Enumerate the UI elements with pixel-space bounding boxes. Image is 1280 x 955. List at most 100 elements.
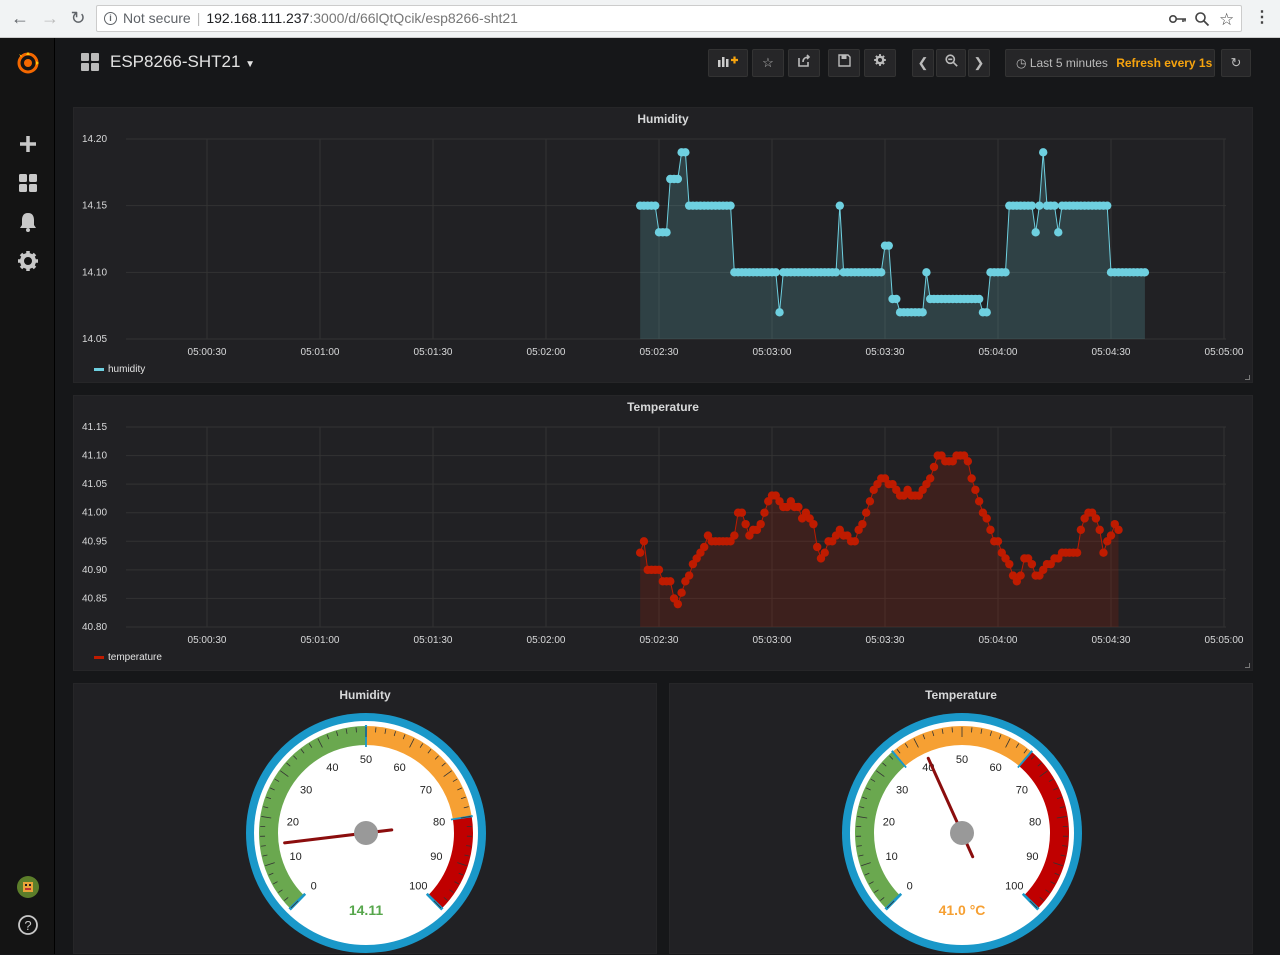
settings-button[interactable] — [864, 49, 896, 77]
data-point — [885, 241, 893, 249]
time-range-label: Last 5 minutes — [1030, 56, 1108, 70]
time-forward-button[interactable]: ❯ — [968, 49, 990, 77]
share-button[interactable] — [788, 49, 820, 77]
dashboard-navbar: ESP8266-SHT21 ▼ ☆ ❮ ❯ ◷ Last 5 minutes R… — [55, 38, 1280, 90]
user-avatar[interactable] — [16, 875, 40, 899]
temperature-graph[interactable]: 41.1541.1041.0541.0040.9540.9040.8540.80… — [74, 396, 1254, 672]
y-tick-label: 41.00 — [82, 508, 107, 519]
gauge-tick-label: 10 — [885, 851, 897, 863]
temperature-gauge-panel[interactable]: Temperature 010203040506070809010041.0 °… — [669, 683, 1253, 954]
data-point — [681, 148, 689, 156]
data-point — [1099, 549, 1107, 557]
gauge-tick-label: 20 — [883, 816, 895, 828]
gauge-value: 14.11 — [349, 902, 383, 918]
humidity-gauge-panel[interactable]: Humidity 010203040506070809010014.11 — [73, 683, 657, 954]
humidity-graph-panel[interactable]: Humidity 14.2014.1514.1014.0505:00:3005:… — [73, 107, 1253, 383]
data-point — [1073, 549, 1081, 557]
gauge-tick-label: 60 — [393, 762, 405, 774]
legend-label: temperature — [108, 652, 162, 663]
zoom-out-button[interactable] — [936, 49, 966, 77]
data-point — [700, 543, 708, 551]
url-separator: | — [197, 10, 201, 26]
time-picker-button[interactable]: ◷ Last 5 minutes Refresh every 1s — [1005, 49, 1215, 77]
data-point — [730, 531, 738, 539]
back-icon[interactable]: ← — [8, 6, 32, 30]
data-point — [685, 571, 693, 579]
x-tick-label: 05:03:30 — [866, 347, 905, 358]
plus-icon[interactable] — [16, 132, 40, 156]
star-button[interactable]: ☆ — [752, 49, 784, 77]
x-tick-label: 05:01:30 — [414, 635, 453, 646]
x-tick-label: 05:04:00 — [979, 635, 1018, 646]
data-point — [926, 474, 934, 482]
temperature-gauge: 010203040506070809010041.0 °C — [670, 684, 1254, 955]
y-tick-label: 14.05 — [82, 334, 107, 345]
data-point — [1035, 201, 1043, 209]
y-tick-label: 40.85 — [82, 593, 107, 604]
bookmark-star-icon[interactable]: ☆ — [1219, 7, 1234, 32]
data-point — [851, 537, 859, 545]
resize-handle[interactable] — [1245, 375, 1250, 380]
data-point — [738, 509, 746, 517]
data-point — [877, 268, 885, 276]
dashboard-panels: Humidity 14.2014.1514.1014.0505:00:3005:… — [55, 90, 1280, 954]
x-tick-label: 05:02:00 — [527, 347, 566, 358]
reload-icon[interactable]: ↻ — [66, 6, 90, 30]
chevron-left-icon: ❮ — [918, 55, 929, 70]
data-point — [640, 537, 648, 545]
data-point — [1107, 531, 1115, 539]
x-tick-label: 05:03:00 — [753, 347, 792, 358]
resize-handle[interactable] — [1245, 663, 1250, 668]
browser-toolbar: ← → ↻ i Not secure|192.168.111.237:3000/… — [0, 0, 1280, 38]
refresh-button[interactable]: ↻ — [1221, 49, 1251, 77]
url-path: :3000/d/66lQtQcik/esp8266-sht21 — [309, 10, 518, 26]
help-icon[interactable]: ? — [16, 913, 40, 937]
x-tick-label: 05:01:00 — [301, 347, 340, 358]
y-tick-label: 40.95 — [82, 536, 107, 547]
zoom-icon[interactable] — [1194, 11, 1210, 27]
data-point — [967, 474, 975, 482]
x-tick-label: 05:04:30 — [1092, 635, 1131, 646]
dashboard-title-picker[interactable]: ESP8266-SHT21 ▼ — [110, 52, 255, 72]
data-point — [975, 497, 983, 505]
legend-item-temperature[interactable]: temperature — [94, 652, 162, 663]
gauge-tick-label: 50 — [360, 754, 372, 766]
gauge-tick-label: 90 — [430, 851, 442, 863]
data-point — [1077, 526, 1085, 534]
side-menu: ? — [0, 38, 55, 954]
legend-label: humidity — [108, 364, 145, 375]
data-point — [930, 463, 938, 471]
data-point — [836, 201, 844, 209]
x-tick-label: 05:01:00 — [301, 635, 340, 646]
time-back-button[interactable]: ❮ — [912, 49, 934, 77]
gear-icon[interactable] — [16, 249, 40, 273]
data-point — [1016, 571, 1024, 579]
x-tick-label: 05:05:00 — [1205, 347, 1244, 358]
legend-swatch — [94, 656, 104, 659]
grafana-logo-icon[interactable] — [16, 51, 40, 75]
url-host: 192.168.111.237 — [206, 10, 309, 26]
data-point — [1031, 228, 1039, 236]
gauge-tick-label: 30 — [300, 785, 312, 797]
gauge-tick-label: 100 — [1005, 880, 1023, 892]
info-icon[interactable]: i — [104, 12, 117, 25]
address-bar[interactable]: i Not secure|192.168.111.237:3000/d/66lQ… — [96, 5, 1242, 32]
key-icon[interactable] — [1169, 13, 1187, 25]
humidity-graph[interactable]: 14.2014.1514.1014.0505:00:3005:01:0005:0… — [74, 108, 1254, 384]
gauge-tick-label: 60 — [989, 762, 1001, 774]
y-tick-label: 40.80 — [82, 622, 107, 633]
save-button[interactable] — [828, 49, 860, 77]
data-point — [983, 308, 991, 316]
browser-menu-icon[interactable]: ⋮ — [1254, 7, 1270, 27]
x-tick-label: 05:02:30 — [640, 347, 679, 358]
legend-item-humidity[interactable]: humidity — [94, 364, 145, 375]
add-panel-button[interactable] — [708, 49, 748, 77]
dashboards-icon[interactable] — [16, 171, 40, 195]
temperature-graph-panel[interactable]: Temperature 41.1541.1041.0541.0040.9540.… — [73, 395, 1253, 671]
bell-icon[interactable] — [16, 210, 40, 234]
gauge-tick-label: 70 — [1016, 785, 1028, 797]
forward-icon[interactable]: → — [38, 6, 62, 30]
dashboard-grid-icon[interactable] — [80, 52, 100, 72]
data-point — [651, 201, 659, 209]
y-tick-label: 41.05 — [82, 479, 107, 490]
